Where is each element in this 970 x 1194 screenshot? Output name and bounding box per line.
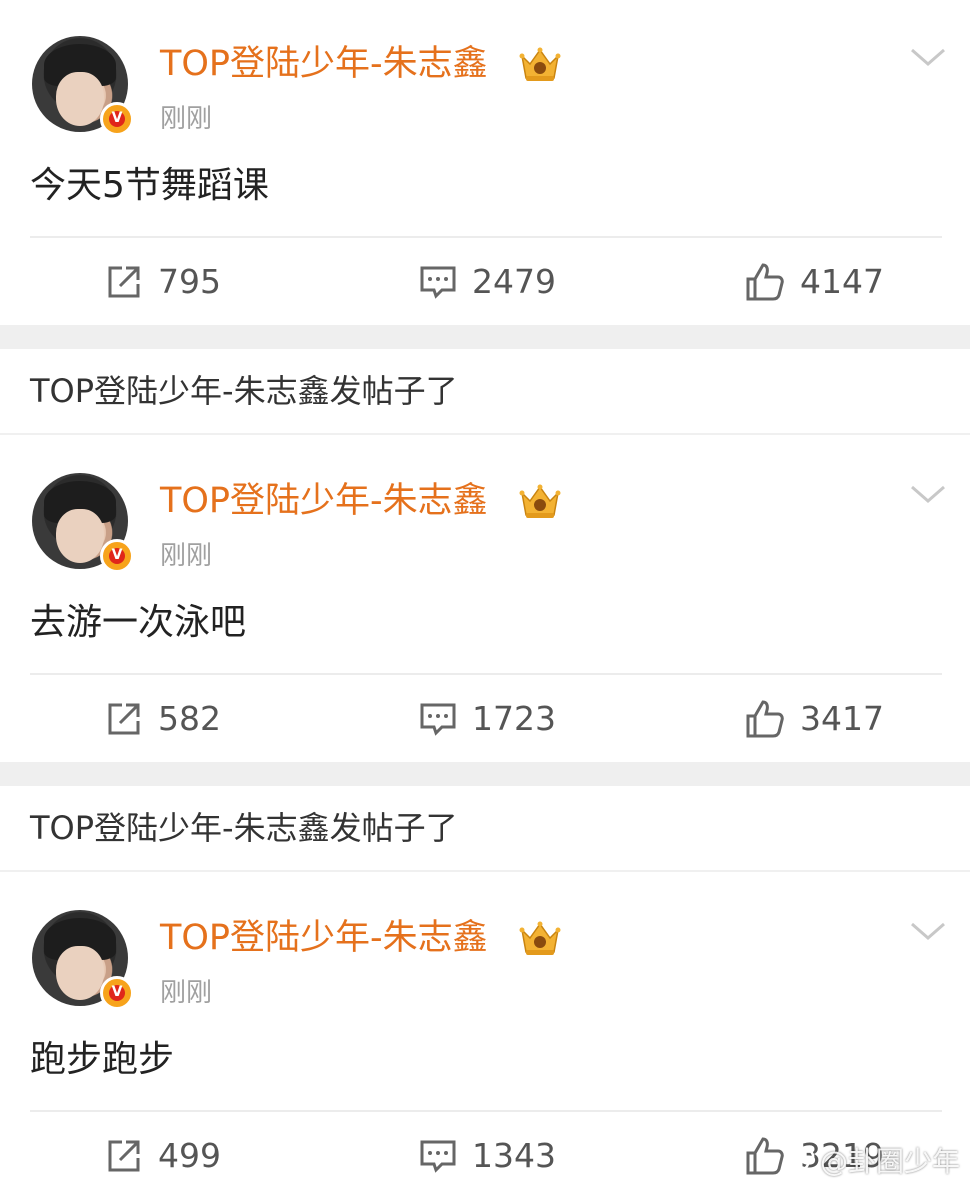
like-button[interactable]: 4147: [744, 260, 884, 304]
notice-text: TOP登陆少年-朱志鑫发帖子了: [30, 809, 458, 847]
comment-count: 2479: [472, 262, 556, 301]
repost-button[interactable]: 499: [104, 1134, 221, 1178]
post-notice[interactable]: TOP登陆少年-朱志鑫发帖子了: [0, 349, 970, 435]
timestamp: 刚刚: [160, 541, 213, 571]
like-icon: [746, 700, 784, 738]
chevron-down-icon[interactable]: [908, 479, 948, 509]
repost-icon: [108, 1140, 140, 1172]
comment-icon: [420, 1140, 456, 1173]
watermark: @卦圈少年: [782, 1140, 960, 1180]
verified-badge-icon: V: [100, 539, 134, 573]
like-button[interactable]: 3417: [744, 697, 884, 741]
section-separator: [0, 762, 970, 786]
like-icon: [746, 1137, 784, 1175]
section-separator: [0, 325, 970, 349]
crown-badge-icon: [519, 484, 561, 518]
post-text[interactable]: 去游一次泳吧: [30, 599, 246, 647]
post-card[interactable]: V TOP登陆少年-朱志鑫 刚刚 今天5节舞蹈课 795 2479 4147: [0, 0, 970, 325]
timestamp: 刚刚: [160, 104, 213, 134]
crown-badge-icon: [519, 921, 561, 955]
repost-count: 499: [158, 1136, 221, 1175]
comment-icon: [420, 703, 456, 736]
divider: [30, 236, 942, 238]
crown-badge-icon: [519, 47, 561, 81]
username[interactable]: TOP登陆少年-朱志鑫: [160, 479, 488, 523]
comment-button[interactable]: 1723: [418, 697, 556, 741]
username[interactable]: TOP登陆少年-朱志鑫: [160, 916, 488, 960]
like-count: 3417: [800, 699, 884, 738]
like-icon: [746, 263, 784, 301]
repost-button[interactable]: 795: [104, 260, 221, 304]
verified-badge-icon: V: [100, 102, 134, 136]
repost-count: 582: [158, 699, 221, 738]
verified-badge-icon: V: [100, 976, 134, 1010]
chevron-down-icon[interactable]: [908, 916, 948, 946]
comment-button[interactable]: 1343: [418, 1134, 556, 1178]
avatar[interactable]: V: [32, 36, 134, 136]
post-card[interactable]: V TOP登陆少年-朱志鑫 刚刚 去游一次泳吧 582 1723 3417: [0, 437, 970, 762]
avatar[interactable]: V: [32, 473, 134, 573]
repost-button[interactable]: 582: [104, 697, 221, 741]
divider: [30, 1110, 942, 1112]
notice-text: TOP登陆少年-朱志鑫发帖子了: [30, 372, 458, 410]
repost-count: 795: [158, 262, 221, 301]
avatar-face: [56, 509, 104, 563]
avatar-face: [56, 72, 104, 126]
like-count: 4147: [800, 262, 884, 301]
comment-count: 1343: [472, 1136, 556, 1175]
post-text[interactable]: 跑步跑步: [30, 1036, 174, 1084]
divider: [30, 673, 942, 675]
post-text[interactable]: 今天5节舞蹈课: [30, 162, 269, 210]
post-notice[interactable]: TOP登陆少年-朱志鑫发帖子了: [0, 786, 970, 872]
weibo-logo-icon: [782, 1148, 815, 1173]
chevron-down-icon[interactable]: [908, 42, 948, 72]
weibo-feed: V TOP登陆少年-朱志鑫 刚刚 今天5节舞蹈课 795 2479 4147 T…: [0, 0, 970, 1194]
repost-icon: [108, 266, 140, 298]
avatar[interactable]: V: [32, 910, 134, 1010]
timestamp: 刚刚: [160, 978, 213, 1008]
avatar-face: [56, 946, 104, 1000]
comment-button[interactable]: 2479: [418, 260, 556, 304]
comment-count: 1723: [472, 699, 556, 738]
watermark-text: @卦圈少年: [819, 1145, 960, 1178]
repost-icon: [108, 703, 140, 735]
comment-icon: [420, 266, 456, 299]
username[interactable]: TOP登陆少年-朱志鑫: [160, 42, 488, 86]
